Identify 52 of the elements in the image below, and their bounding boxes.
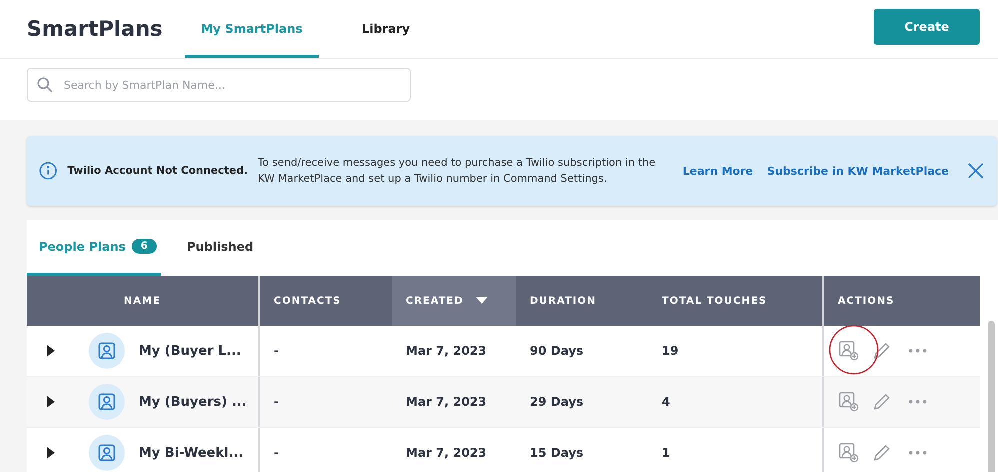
nav-tab[interactable]: Library [319,0,453,58]
add-contact-icon [838,391,860,413]
expand-button[interactable] [47,447,55,459]
table-cell: - [274,395,279,409]
info-icon [39,161,58,181]
close-button[interactable] [967,162,985,180]
table-cell: - [274,344,279,358]
table-cell: Mar 7, 2023 [406,344,487,358]
column-header[interactable]: ACTIONS [822,276,980,326]
edit-button[interactable] [872,443,892,463]
more-button[interactable] [908,399,928,405]
column-header[interactable]: CREATED [392,276,516,326]
plan-tab[interactable]: Published [161,220,266,276]
table-cell: 19 [662,344,679,358]
alert-link[interactable]: Subscribe in KW MarketPlace [767,164,949,178]
count-badge: 6 [132,239,157,254]
expand-button[interactable] [47,345,55,357]
edit-button[interactable] [872,392,892,412]
expand-button[interactable] [47,396,55,408]
page-title: SmartPlans [27,17,164,41]
alert-title: Twilio Account Not Connected. [68,165,248,177]
contact-icon [98,342,116,360]
table-cell: 1 [662,446,670,460]
edit-button[interactable] [872,341,892,361]
table-cell: Mar 7, 2023 [406,446,487,460]
plan-name[interactable]: My Bi-Weekl... [139,446,244,460]
table-cell: 90 Days [530,344,584,358]
table-cell: 29 Days [530,395,584,409]
add-contact-button[interactable] [838,340,860,362]
scrollbar[interactable] [988,321,994,472]
contact-icon [98,393,116,411]
column-header[interactable]: TOTAL TOUCHES [648,276,822,326]
column-header[interactable]: NAME [27,276,258,326]
table-cell: 4 [662,395,670,409]
sort-icon [476,297,488,305]
more-button[interactable] [908,348,928,354]
more-button[interactable] [908,450,928,456]
add-contact-icon [838,340,860,362]
alert-link[interactable]: Learn More [682,164,754,178]
plan-name[interactable]: My (Buyer L... [139,344,242,358]
create-button[interactable]: Create [874,9,980,45]
add-contact-button[interactable] [838,442,860,464]
table-cell: - [274,446,279,460]
table-cell: 15 Days [530,446,584,460]
contact-icon [98,444,116,462]
add-contact-icon [838,442,860,464]
add-contact-button[interactable] [838,391,860,413]
search-field[interactable]: Search by SmartPlan Name... [27,68,411,102]
table-cell: Mar 7, 2023 [406,395,487,409]
column-header[interactable]: DURATION [516,276,648,326]
plan-name[interactable]: My (Buyers) ... [139,394,247,410]
alert-message: To send/receive messages you need to purchase a Twilio subscription in the KW MarketPlace and set up a Twilio number in Command Settings. [258,156,657,187]
